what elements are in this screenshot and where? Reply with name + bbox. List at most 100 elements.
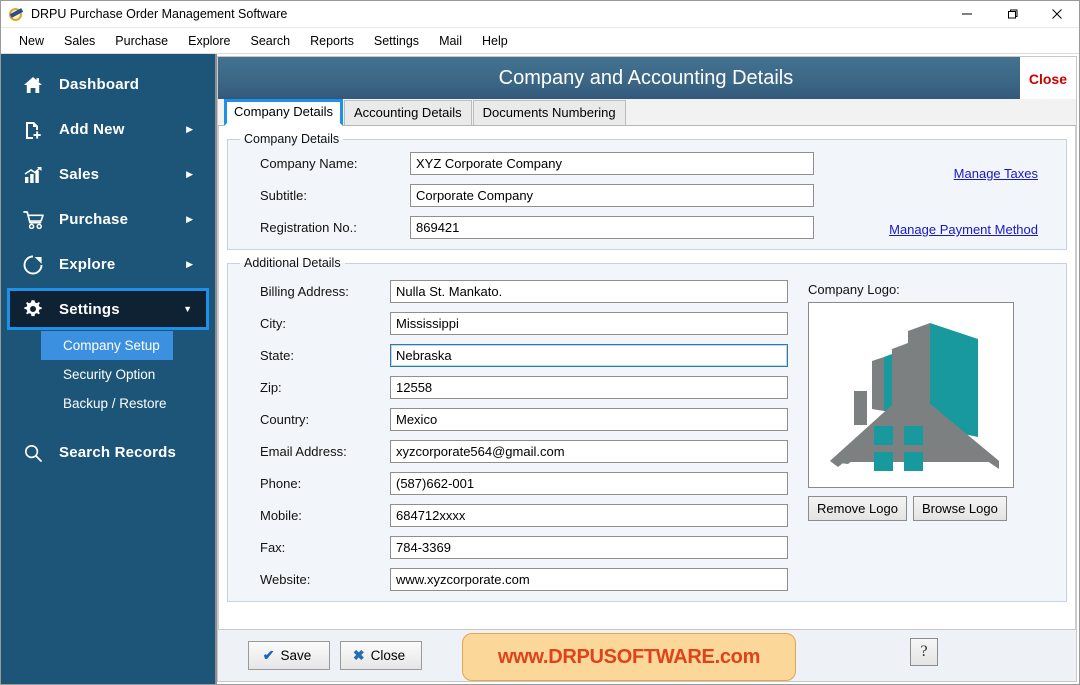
phone-input[interactable] [390, 472, 788, 495]
x-icon: ✖ [352, 647, 365, 663]
email-address-input[interactable] [390, 440, 788, 463]
sidebar-item-add-new[interactable]: Add New ▶ [1, 107, 215, 152]
page-title: Company and Accounting Details [498, 66, 794, 89]
form-row: Billing Address: [260, 280, 798, 303]
menu-item-purchase[interactable]: Purchase [105, 31, 178, 51]
sidebar-subitem-company-setup[interactable]: Company Setup [41, 331, 173, 360]
menu-item-sales[interactable]: Sales [54, 31, 105, 51]
sidebar-subitem-security-option[interactable]: Security Option [1, 360, 215, 389]
maximize-icon[interactable] [989, 1, 1034, 28]
sidebar-item-settings[interactable]: Settings ▼ [7, 288, 209, 330]
shopping-cart-icon [23, 210, 53, 230]
menubar: New Sales Purchase Explore Search Report… [1, 28, 1079, 54]
sidebar-item-explore[interactable]: Explore ▶ [1, 242, 215, 287]
file-plus-icon [23, 120, 53, 140]
zip-input[interactable] [390, 376, 788, 399]
manage-taxes-link[interactable]: Manage Taxes [954, 166, 1038, 181]
tab-documents-numbering[interactable]: Documents Numbering [472, 100, 626, 125]
browse-logo-button[interactable]: Browse Logo [912, 496, 1007, 521]
chevron-right-icon: ▶ [186, 169, 193, 179]
form-row: City: [260, 312, 798, 335]
registration-no-label: Registration No.: [260, 220, 357, 235]
check-icon: ✔ [262, 647, 275, 663]
company-name-input[interactable] [410, 152, 814, 175]
form-row: Email Address: [260, 440, 798, 463]
company-logo-label: Company Logo: [808, 282, 900, 297]
sidebar-subitem-label: Company Setup [63, 338, 160, 353]
remove-logo-button[interactable]: Remove Logo [808, 496, 907, 521]
sidebar-subitem-label: Security Option [63, 367, 156, 382]
website-label: Website: [260, 572, 311, 587]
tabstrip: Company Details Accounting Details Docum… [218, 99, 1076, 126]
sidebar-item-sales[interactable]: Sales ▶ [1, 152, 215, 197]
subtitle-label: Subtitle: [260, 188, 307, 203]
sidebar-item-label: Settings [59, 300, 120, 318]
close-button[interactable]: ✖ Close [340, 641, 422, 670]
registration-no-input[interactable] [410, 216, 814, 239]
chevron-right-icon: ▶ [186, 124, 193, 134]
chevron-down-icon: ▼ [183, 304, 192, 314]
minimize-icon[interactable] [944, 1, 989, 28]
form-row: Subtitle: [260, 184, 814, 207]
search-icon [23, 443, 53, 463]
country-label: Country: [260, 412, 310, 427]
company-details-group: Company Details Company Name: Subtitle: [227, 132, 1067, 250]
country-input[interactable] [390, 408, 788, 431]
state-input[interactable] [390, 344, 788, 367]
company-details-form: Company Details Company Name: Subtitle: [218, 126, 1076, 629]
pie-chart-icon [23, 255, 53, 275]
form-row: Zip: [260, 376, 798, 399]
form-row: Company Name: [260, 152, 814, 175]
sidebar-subitem-backup-restore[interactable]: Backup / Restore [1, 389, 215, 418]
menu-item-new[interactable]: New [9, 31, 54, 51]
panel-header: Company and Accounting Details Close [218, 57, 1076, 99]
fax-label: Fax: [260, 540, 286, 555]
menu-item-mail[interactable]: Mail [429, 31, 472, 51]
company-logo-preview [808, 302, 1014, 488]
sidebar-item-label: Add New [59, 121, 125, 138]
state-label: State: [260, 348, 294, 363]
sidebar-item-label: Sales [59, 166, 100, 183]
save-button-label: Save [280, 648, 312, 663]
chevron-right-icon: ▶ [186, 259, 193, 269]
tab-accounting-details[interactable]: Accounting Details [344, 100, 472, 125]
menu-item-help[interactable]: Help [472, 31, 518, 51]
panel-close-button[interactable]: Close [1019, 57, 1076, 99]
chevron-right-icon: ▶ [186, 214, 193, 224]
home-icon [23, 76, 53, 94]
sidebar-item-purchase[interactable]: Purchase ▶ [1, 197, 215, 242]
bar-chart-icon [23, 166, 53, 184]
gear-icon [23, 299, 53, 319]
sidebar-item-search-records[interactable]: Search Records [1, 430, 215, 475]
subtitle-input[interactable] [410, 184, 814, 207]
mobile-label: Mobile: [260, 508, 302, 523]
menu-item-explore[interactable]: Explore [178, 31, 240, 51]
close-button-label: Close [370, 648, 406, 663]
menu-item-reports[interactable]: Reports [300, 31, 364, 51]
billing-address-input[interactable] [390, 280, 788, 303]
menu-item-settings[interactable]: Settings [364, 31, 429, 51]
form-row: Country: [260, 408, 798, 431]
menu-item-search[interactable]: Search [241, 31, 301, 51]
sidebar-subitem-label: Backup / Restore [63, 396, 167, 411]
city-input[interactable] [390, 312, 788, 335]
fax-input[interactable] [390, 536, 788, 559]
close-icon[interactable] [1034, 1, 1079, 28]
content-area: Company and Accounting Details Close Com… [217, 54, 1079, 684]
app-icon [8, 6, 24, 22]
sidebar-item-label: Explore [59, 256, 116, 273]
website-input[interactable] [390, 568, 788, 591]
company-name-label: Company Name: [260, 156, 358, 171]
manage-payment-method-link[interactable]: Manage Payment Method [889, 222, 1038, 237]
mobile-input[interactable] [390, 504, 788, 527]
sidebar-item-dashboard[interactable]: Dashboard [1, 62, 215, 107]
phone-label: Phone: [260, 476, 302, 491]
save-button[interactable]: ✔ Save [248, 641, 330, 670]
company-details-legend: Company Details [244, 132, 340, 146]
form-row: Website: [260, 568, 798, 591]
email-address-label: Email Address: [260, 444, 347, 459]
sidebar-item-label: Purchase [59, 211, 129, 228]
help-icon[interactable]: ? [910, 638, 938, 666]
tab-company-details[interactable]: Company Details [224, 99, 343, 126]
sidebar: Dashboard Add New ▶ Sales ▶ Purchase ▶ E… [1, 54, 217, 684]
